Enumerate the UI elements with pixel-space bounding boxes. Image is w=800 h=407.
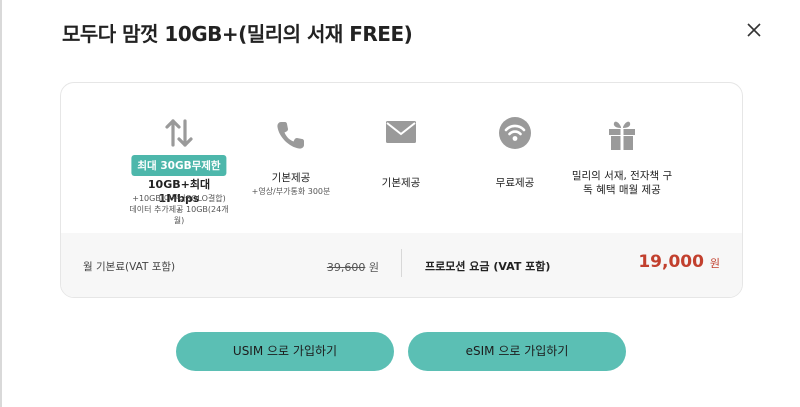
feature-voice-main: 기본제공 — [271, 172, 311, 184]
modal-title: 모두다 맘껏 10GB+(밀리의 서재 FREE) — [62, 22, 413, 46]
feature-data-sub-2: 데이터 추가제공 10GB(24개 — [129, 205, 229, 214]
window-left-border — [0, 0, 2, 407]
promo-price-unit: 원 — [709, 257, 720, 270]
feature-list: 최대 30GB무제한 10GB+최대1Mbps +10GB(아무나SOLO결합)… — [61, 83, 742, 233]
price-bar: 월 기본료(VAT 포함) 39,600 원 프로모션 요금 (VAT 포함) … — [61, 233, 742, 297]
esim-signup-button[interactable]: eSIM 으로 가입하기 — [408, 332, 626, 371]
envelope-icon — [386, 121, 416, 143]
plan-card: 최대 30GB무제한 10GB+최대1Mbps +10GB(아무나SOLO결합)… — [60, 82, 743, 298]
feature-data-sub-3: 월) — [173, 216, 185, 225]
monthly-fee-label: 월 기본료(VAT 포함) — [83, 261, 176, 273]
unlimited-badge: 최대 30GB무제한 — [131, 155, 227, 176]
feature-gift-main-1: 밀리의 서재, 전자책 구 — [571, 170, 673, 182]
phone-icon — [277, 122, 304, 149]
price-divider — [401, 249, 402, 277]
feature-sms-main: 기본제공 — [381, 177, 421, 189]
feature-voice-sub: +영상/부가통화 300분 — [251, 187, 331, 196]
original-price-value: 39,600 — [326, 261, 366, 274]
original-price-unit: 원 — [368, 261, 379, 274]
promo-price-label: 프로모션 요금 (VAT 포함) — [425, 260, 551, 273]
wifi-icon — [499, 117, 531, 149]
feature-gift-main-2: 독 혜택 매월 제공 — [583, 184, 661, 196]
usim-signup-button[interactable]: USIM 으로 가입하기 — [176, 332, 394, 371]
promo-price-value: 19,000 — [638, 252, 704, 272]
feature-wifi-main: 무료제공 — [495, 177, 535, 189]
close-icon[interactable] — [745, 21, 763, 39]
data-arrows-icon — [165, 119, 193, 147]
promo-price: 19,000 원 — [638, 252, 720, 272]
original-price: 39,600 원 — [327, 259, 379, 275]
gift-icon — [609, 121, 635, 150]
